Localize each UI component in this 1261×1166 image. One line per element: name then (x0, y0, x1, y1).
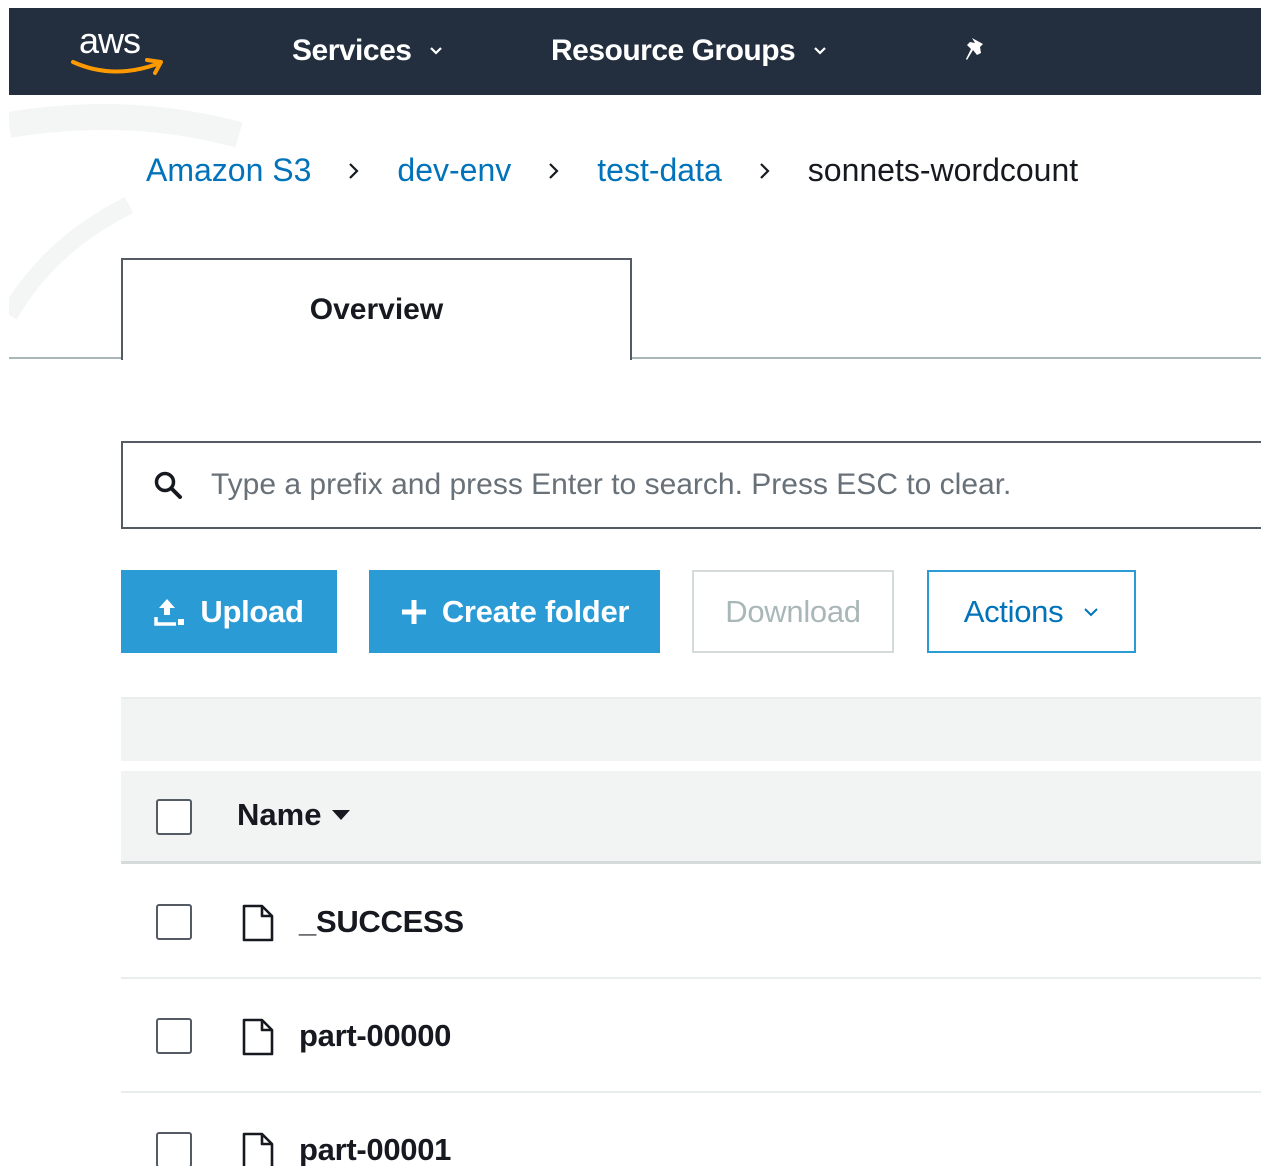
file-name[interactable]: _SUCCESS (299, 904, 464, 940)
services-menu[interactable]: Services (292, 34, 443, 68)
tab-overview-label: Overview (309, 293, 444, 326)
tab-overview[interactable]: Overview (121, 258, 632, 360)
table-row[interactable]: part-00001 (121, 1094, 1261, 1166)
chevron-down-icon (1084, 607, 1098, 616)
column-header-name-label: Name (237, 797, 322, 832)
upload-label: Upload (200, 593, 304, 629)
aws-logo[interactable]: aws (69, 18, 173, 88)
resource-groups-label: Resource Groups (551, 34, 796, 67)
select-all-checkbox[interactable] (156, 799, 192, 835)
file-icon (242, 1018, 274, 1056)
chevron-right-icon (760, 162, 770, 179)
search-icon (154, 471, 182, 499)
actions-label: Actions (963, 593, 1064, 629)
file-icon (242, 1132, 274, 1166)
sort-descending-icon (332, 810, 351, 820)
upload-button[interactable]: Upload (121, 570, 337, 653)
file-name[interactable]: part-00001 (299, 1132, 451, 1166)
download-label: Download (725, 593, 861, 629)
download-button[interactable]: Download (692, 570, 894, 653)
pin-icon[interactable] (959, 34, 993, 68)
top-navigation-bar: aws Services Resource Groups (9, 8, 1261, 95)
services-label: Services (292, 34, 412, 67)
breadcrumb-link-amazon-s3[interactable]: Amazon S3 (146, 152, 311, 189)
row-checkbox[interactable] (156, 1132, 192, 1166)
breadcrumb-link-test-data[interactable]: test-data (597, 152, 722, 189)
actions-dropdown-button[interactable]: Actions (927, 570, 1136, 653)
chevron-right-icon (349, 162, 359, 179)
breadcrumb: Amazon S3 dev-env test-data sonnets-word… (146, 152, 1078, 189)
row-checkbox[interactable] (156, 904, 192, 940)
create-folder-button[interactable]: Create folder (369, 570, 660, 653)
file-icon (242, 904, 274, 942)
table-header: Name (121, 771, 1261, 864)
aws-smile-icon (71, 58, 163, 75)
chevron-down-icon (814, 47, 827, 55)
chevron-down-icon (430, 47, 443, 55)
search-box (121, 441, 1261, 529)
file-name[interactable]: part-00000 (299, 1018, 451, 1054)
resource-groups-menu[interactable]: Resource Groups (551, 34, 827, 68)
chevron-right-icon (549, 162, 559, 179)
row-checkbox[interactable] (156, 1018, 192, 1054)
plus-icon (401, 599, 426, 624)
create-folder-label: Create folder (441, 593, 630, 629)
table-row[interactable]: part-00000 (121, 980, 1261, 1093)
table-row[interactable]: _SUCCESS (121, 866, 1261, 979)
search-input[interactable] (211, 468, 1261, 502)
breadcrumb-current-folder: sonnets-wordcount (807, 152, 1079, 188)
upload-icon (154, 598, 185, 626)
breadcrumb-link-dev-env[interactable]: dev-env (397, 152, 511, 189)
column-header-name[interactable]: Name (237, 797, 351, 833)
table-info-bar (121, 697, 1261, 761)
